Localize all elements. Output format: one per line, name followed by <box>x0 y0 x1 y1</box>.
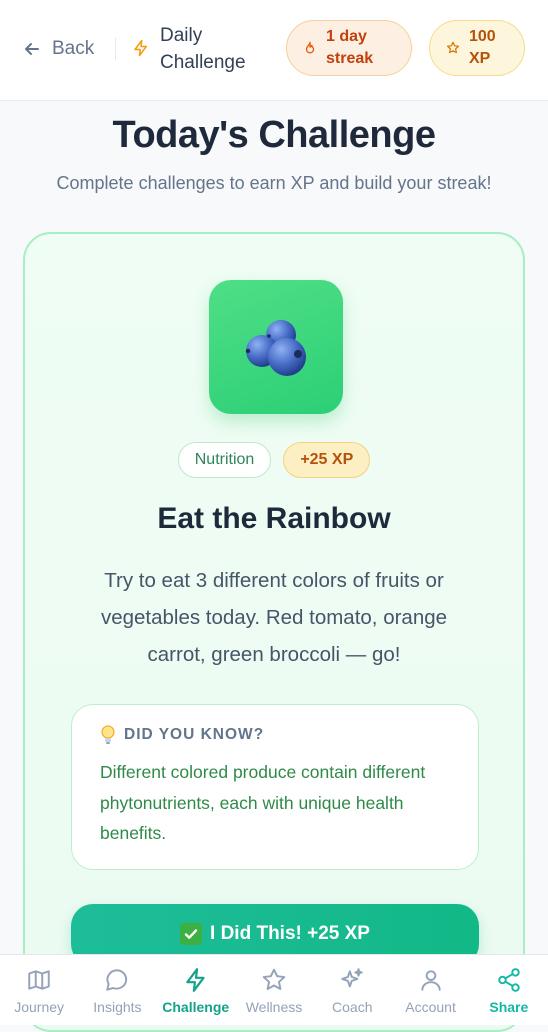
nav-item-account[interactable]: Account <box>391 955 469 1025</box>
page-subtitle: Complete challenges to earn XP and build… <box>56 173 492 193</box>
nav-label: Account <box>405 999 456 1015</box>
challenge-title: Eat the Rainbow <box>157 502 391 535</box>
nav-label: Share <box>489 999 529 1015</box>
lightning-icon <box>134 39 147 57</box>
chat-bubble-icon <box>106 969 128 991</box>
nav-label: Coach <box>332 999 373 1015</box>
nav-label: Journey <box>14 999 65 1015</box>
flame-icon <box>305 41 315 54</box>
fact-heading: DID YOU KNOW? <box>100 725 450 745</box>
nav-item-challenge[interactable]: Challenge <box>157 955 235 1025</box>
top-bar: Back Daily Challenge 1 day streak 100 XP <box>0 0 548 101</box>
back-label: Back <box>52 38 95 59</box>
lightbulb-icon <box>101 725 115 744</box>
challenge-emoji-tile <box>209 280 343 414</box>
complete-button-label: I Did This! +25 XP <box>210 923 370 944</box>
challenge-card: Nutrition +25 XP Eat the Rainbow Try to … <box>23 232 525 1032</box>
fact-text: Different colored produce contain differ… <box>100 762 426 843</box>
checkmark-icon <box>180 923 203 945</box>
nav-label: Insights <box>93 999 142 1015</box>
star-icon <box>446 41 460 54</box>
map-icon <box>28 970 50 990</box>
nav-label: Challenge <box>162 999 230 1015</box>
lightning-icon <box>185 968 205 992</box>
did-you-know-box: DID YOU KNOW? Different colored produce … <box>71 704 479 870</box>
star-icon <box>262 968 286 990</box>
nav-item-wellness[interactable]: Wellness <box>235 955 313 1025</box>
nav-item-journey[interactable]: Journey <box>0 955 78 1025</box>
user-icon <box>420 970 441 991</box>
xp-badge: 100 XP <box>429 20 525 76</box>
header-title: Daily Challenge <box>132 22 270 76</box>
nav-label: Wellness <box>245 999 303 1015</box>
page-title: Today's Challenge <box>112 114 436 156</box>
streak-label: 1 day streak <box>326 28 374 67</box>
xp-reward-badge: +25 XP <box>283 442 371 478</box>
sparkles-icon <box>341 968 363 988</box>
xp-label: 100 XP <box>469 28 496 67</box>
bottom-nav: Journey Insights Challenge Wellness Coac… <box>0 954 548 1025</box>
fact-heading-text: DID YOU KNOW? <box>124 726 265 743</box>
header-divider <box>115 38 116 60</box>
nav-item-share[interactable]: Share <box>470 955 548 1025</box>
back-button[interactable]: Back <box>22 34 94 64</box>
header-title-text: Daily Challenge <box>160 25 246 73</box>
arrow-left-icon <box>25 43 39 55</box>
challenge-tags: Nutrition +25 XP <box>25 442 523 478</box>
nav-item-insights[interactable]: Insights <box>78 955 156 1025</box>
share-icon <box>498 968 520 992</box>
blueberries-icon <box>245 320 306 376</box>
category-badge: Nutrition <box>177 442 272 478</box>
streak-badge: 1 day streak <box>286 20 412 76</box>
nav-item-coach[interactable]: Coach <box>313 955 391 1025</box>
challenge-description: Try to eat 3 different colors of fruits … <box>100 569 448 666</box>
